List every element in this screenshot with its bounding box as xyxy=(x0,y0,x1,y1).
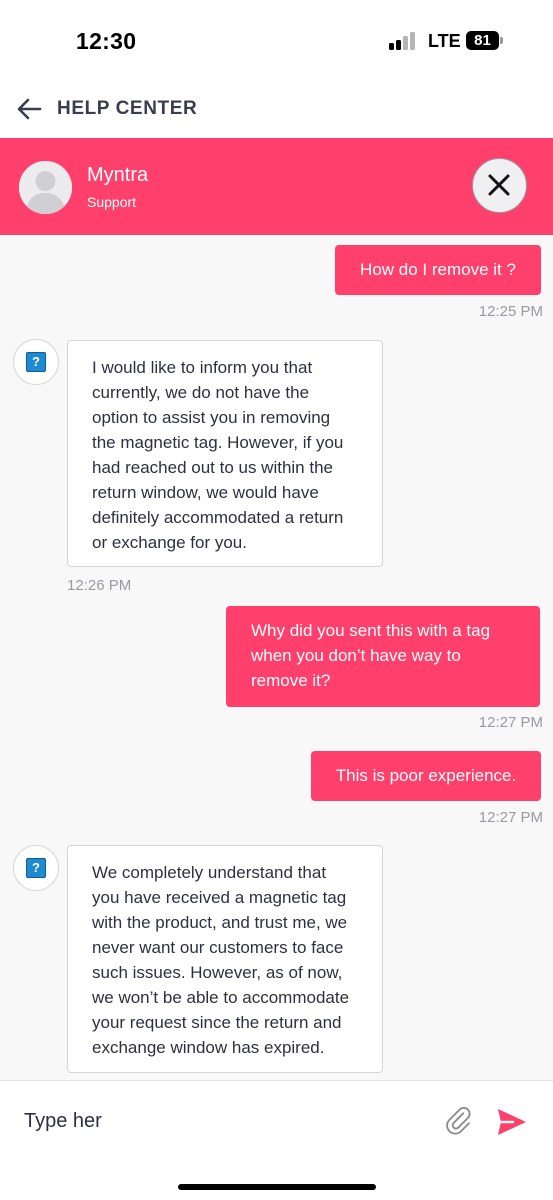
send-icon[interactable] xyxy=(496,1107,528,1137)
nav-header: HELP CENTER xyxy=(0,80,553,138)
user-message: This is poor experience. xyxy=(311,751,541,801)
message-time: 12:25 PM xyxy=(478,303,543,320)
message-line: you have received a magnetic tag xyxy=(92,888,347,907)
back-arrow-icon[interactable] xyxy=(16,96,42,122)
close-button[interactable] xyxy=(472,158,527,213)
message-text: This is poor experience. xyxy=(335,766,517,785)
bot-message: We completely understand that you have r… xyxy=(67,845,383,1073)
message-line: had reached out to us within the xyxy=(92,458,333,477)
bot-message: I would like to inform you that currentl… xyxy=(67,340,383,567)
message-time: 12:26 PM xyxy=(67,577,132,594)
close-icon xyxy=(488,174,510,196)
battery-icon: 81 xyxy=(466,31,499,50)
message-line: we won’t be able to accommodate xyxy=(92,988,350,1007)
question-icon: ? xyxy=(26,858,46,878)
message-line: with the product, and trust me, we xyxy=(92,913,348,932)
message-line: Why did you sent this with a tag xyxy=(251,621,491,640)
page-title: HELP CENTER xyxy=(57,98,198,119)
question-icon: ? xyxy=(26,352,46,372)
message-line: your request since the return and xyxy=(92,1013,342,1032)
message-input[interactable] xyxy=(24,1103,424,1139)
battery-tip xyxy=(500,37,503,44)
chat-header: Myntra Support xyxy=(0,138,553,235)
avatar xyxy=(19,161,72,214)
user-message: How do I remove it ? xyxy=(335,245,541,295)
person-icon xyxy=(19,161,72,214)
message-time: 12:27 PM xyxy=(478,714,543,731)
message-line: option to assist you in removing xyxy=(92,408,331,427)
bot-avatar: ? xyxy=(13,339,59,385)
message-line: never want our customers to face xyxy=(92,938,344,957)
message-line: the magnetic tag. However, if you xyxy=(92,433,344,452)
agent-subtitle: Support xyxy=(87,194,137,210)
paperclip-icon[interactable] xyxy=(444,1105,474,1137)
agent-name: Myntra xyxy=(87,164,149,186)
message-line: currently, we do not have the xyxy=(92,383,310,402)
chat-messages[interactable]: How do I remove it ? 12:25 PM ? I would … xyxy=(0,235,553,1080)
message-line: definitely accommodated a return xyxy=(92,508,344,527)
signal-icon xyxy=(389,32,419,50)
message-line: I would like to inform you that xyxy=(92,358,313,377)
message-composer xyxy=(0,1080,553,1200)
message-line: remove it? xyxy=(251,671,331,690)
message-line: when you don’t have way to xyxy=(251,646,461,665)
user-message: Why did you sent this with a tag when yo… xyxy=(226,606,540,707)
message-line: such issues. However, as of now, xyxy=(92,963,343,982)
network-label: LTE xyxy=(428,31,461,51)
home-indicator xyxy=(178,1184,376,1190)
status-time: 12:30 xyxy=(76,28,137,54)
message-line: or exchange for you. xyxy=(92,533,247,552)
message-line: exchange window has expired. xyxy=(92,1038,325,1057)
status-bar: 12:30 LTE 81 xyxy=(0,0,553,80)
message-line: return window, we would have xyxy=(92,483,319,502)
message-line: We completely understand that xyxy=(92,863,327,882)
message-text: How do I remove it ? xyxy=(360,260,516,279)
bot-avatar: ? xyxy=(13,845,59,891)
message-time: 12:27 PM xyxy=(478,809,543,826)
